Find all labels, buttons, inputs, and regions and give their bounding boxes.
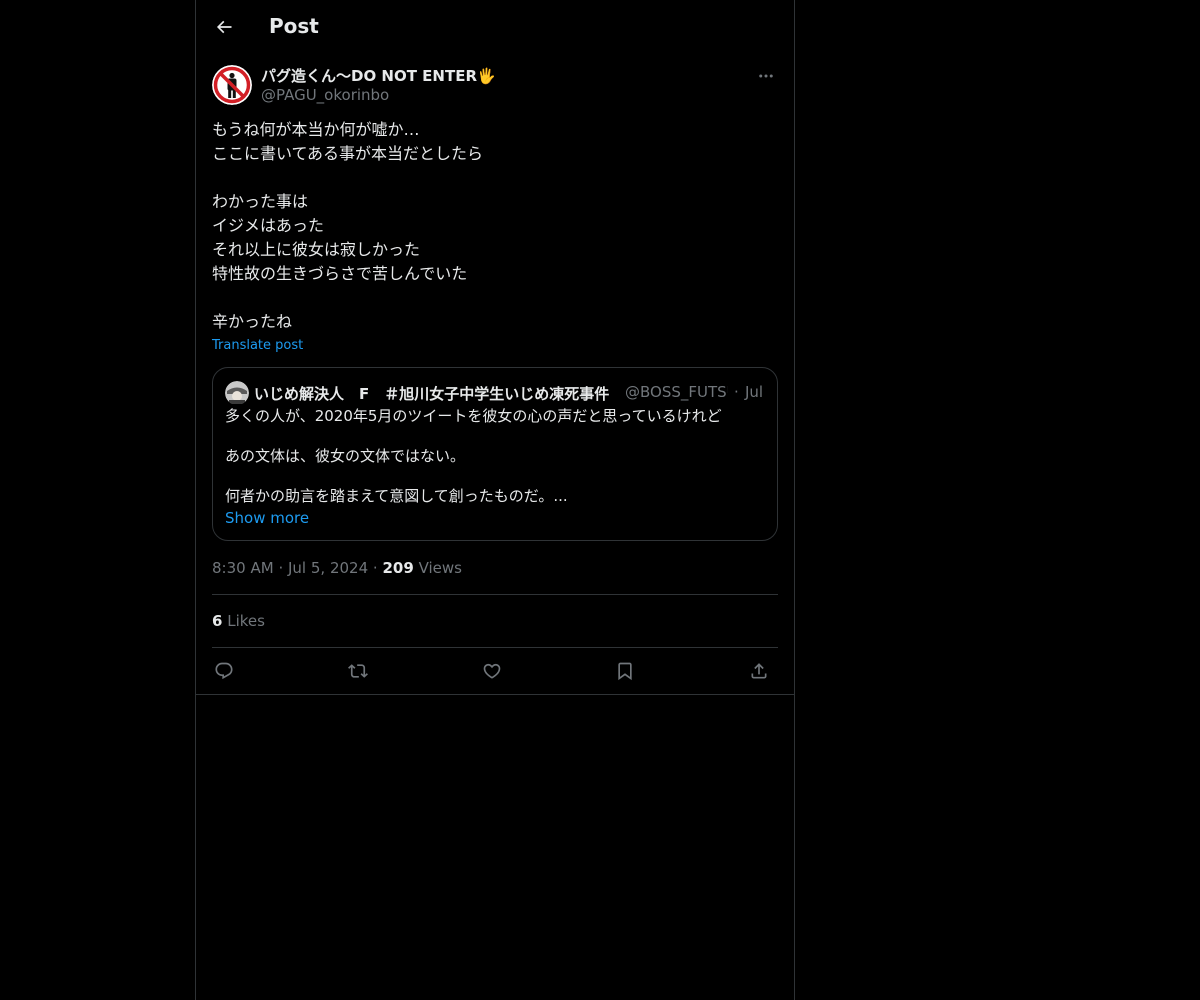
likes-label: Likes [227,612,265,630]
share-icon [749,661,769,681]
author-handle[interactable]: @PAGU_okorinbo [261,86,389,104]
translate-post-link[interactable]: Translate post [212,338,303,353]
user-photo-icon [225,381,249,404]
quoted-display-name: いじめ解決人 F ＃旭川女子中学生いじめ凍死事件 [254,385,610,403]
page-title: Post [269,14,319,38]
meta-separator: · [372,559,378,577]
quoted-separator: · [734,383,739,401]
heart-icon [482,661,502,681]
quoted-avatar [225,381,249,404]
no-entry-sign-icon [212,65,252,105]
quoted-text-line [225,466,765,486]
views-count: 209 [382,559,414,577]
post-time[interactable]: 8:30 AM [212,559,274,577]
author-display-name[interactable]: パグ造くん〜DO NOT ENTER🖐 [261,65,496,86]
action-bar [212,648,778,694]
post-text-line: ここに書いてある事が本当だとしたら [212,144,484,163]
repost-button[interactable] [346,659,370,683]
bookmark-icon [615,661,635,681]
quoted-handle: @BOSS_FUTSU [625,383,728,401]
avatar[interactable] [212,65,252,105]
like-button[interactable] [480,659,504,683]
likes-count: 6 [212,612,223,630]
post-meta: 8:30 AM · Jul 5, 2024 · 209 Views [212,559,462,577]
post-column: Post パグ造くん〜DO NOT ENTER🖐 @PAGU_okorinbo [195,0,795,1000]
quoted-text: 多くの人が、2020年5月のツイートを彼女の心の声だと思っているけれど あの文体… [225,406,765,506]
quoted-post[interactable]: いじめ解決人 F ＃旭川女子中学生いじめ凍死事件 @BOSS_FUTSU · J… [212,367,778,541]
post-text-line [212,286,778,310]
reply-icon [214,661,234,681]
post-text-line: 特性故の生きづらさで苦しんでいた [212,264,468,283]
quoted-date: Jul 5 [745,383,765,401]
more-options-button[interactable] [754,64,778,88]
post-text-line: もうね何が本当か何が嘘か… [212,120,420,139]
top-bar: Post [196,0,794,54]
quoted-text-line: 多くの人が、2020年5月のツイートを彼女の心の声だと思っているけれど [225,407,722,425]
quoted-text-line [225,426,765,446]
meta-separator: · [278,559,284,577]
share-button[interactable] [747,659,771,683]
more-horizontal-icon [757,67,775,85]
post-text-line: イジメはあった [212,216,325,235]
post-text-line: それ以上に彼女は寂しかった [212,240,421,259]
post-text-line: 辛かったね [212,312,293,331]
post-text: もうね何が本当か何が嘘か… ここに書いてある事が本当だとしたら わかった事は イ… [212,118,778,334]
bookmark-button[interactable] [613,659,637,683]
post-text-line: わかった事は [212,192,309,211]
divider [212,594,778,595]
back-button[interactable] [208,11,240,43]
post-date[interactable]: Jul 5, 2024 [288,559,368,577]
repost-icon [348,661,368,681]
views-label: Views [418,559,462,577]
reply-button[interactable] [212,659,236,683]
quoted-text-line: あの文体は、彼女の文体ではない。 [225,447,466,465]
likes-link[interactable]: 6 Likes [212,612,265,630]
arrow-left-icon [214,17,234,37]
quoted-post-header: いじめ解決人 F ＃旭川女子中学生いじめ凍死事件 @BOSS_FUTSU · J… [225,380,765,404]
post-author: パグ造くん〜DO NOT ENTER🖐 @PAGU_okorinbo [212,64,778,108]
quoted-text-line: 何者かの助言を踏まえて意図して創ったものだ。... [225,487,568,505]
post-text-line [212,166,778,190]
show-more-link[interactable]: Show more [225,509,309,527]
divider [196,694,794,695]
